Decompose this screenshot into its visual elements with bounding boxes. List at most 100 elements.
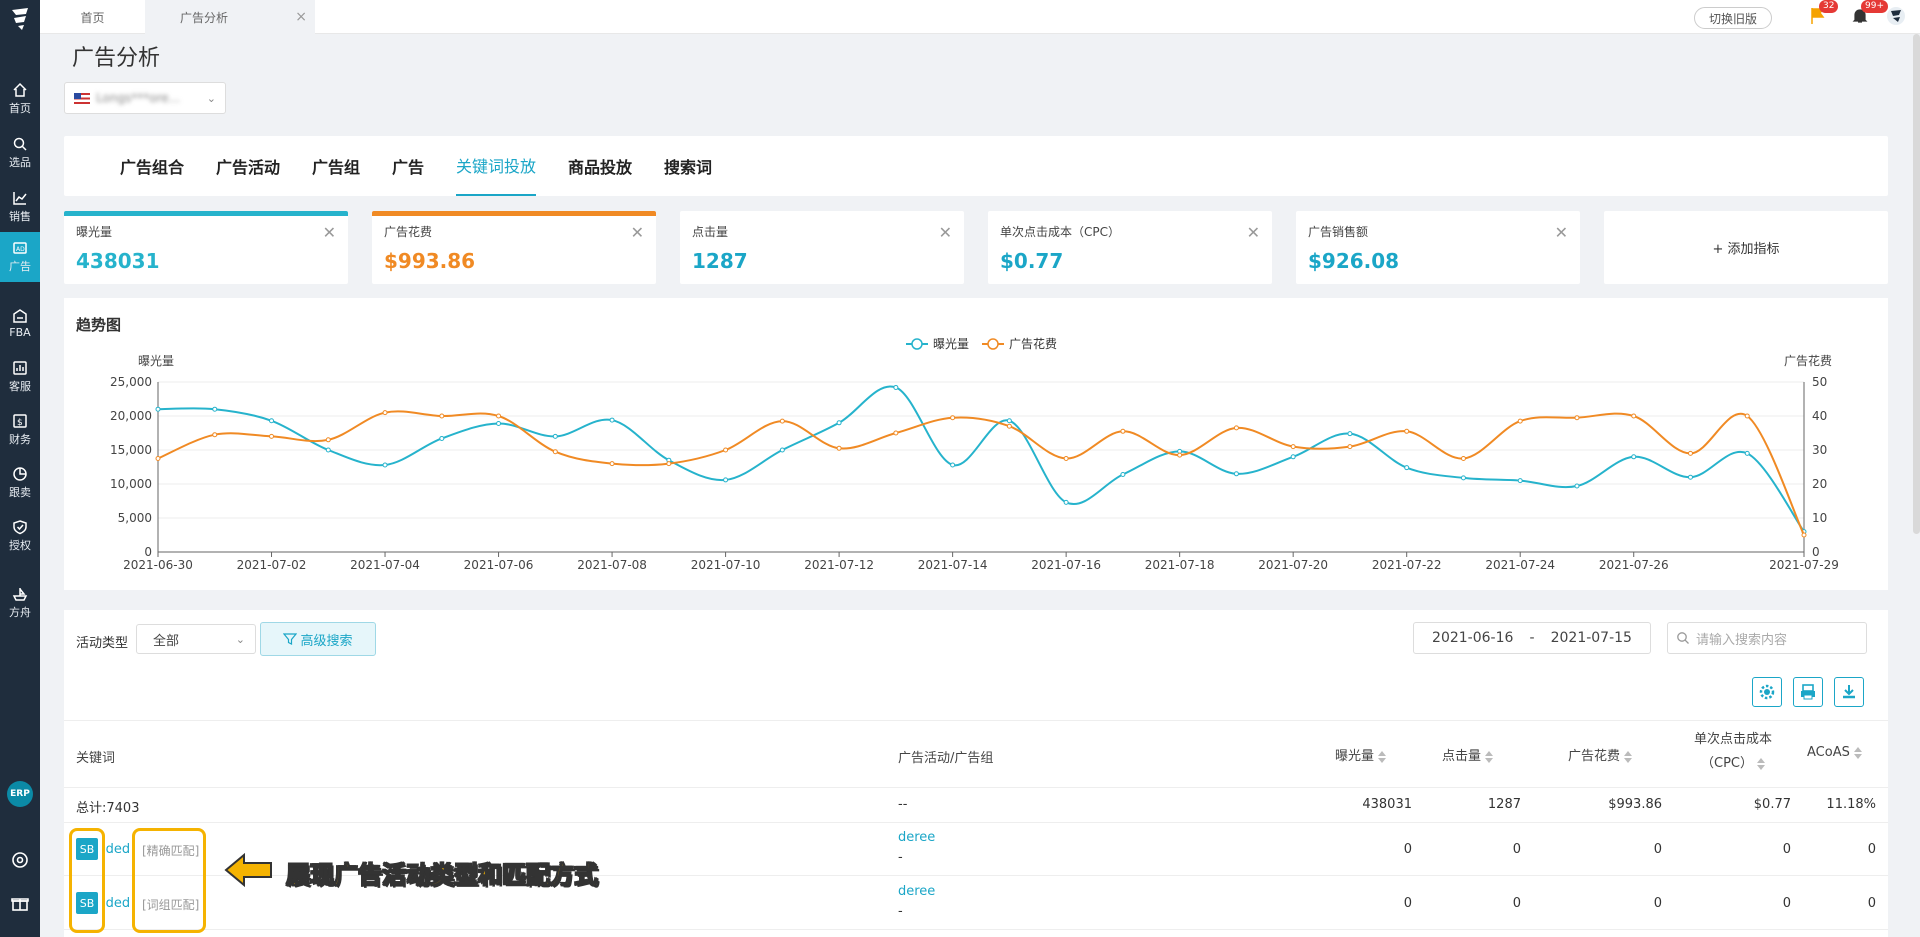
data-point: [666, 461, 672, 467]
column-header-acoas[interactable]: ACoAS: [1807, 745, 1862, 760]
close-icon[interactable]: ✕: [631, 223, 644, 242]
legend-label: 广告花费: [1009, 336, 1057, 351]
tab-keyword-targeting[interactable]: 关键词投放: [456, 136, 537, 196]
metric-card-cpc[interactable]: 单次点击成本（CPC） $0.77 ✕: [988, 211, 1272, 284]
store-select[interactable]: Longs***ore... ⌄: [64, 82, 226, 114]
ad-group: -: [898, 904, 903, 919]
data-point: [950, 462, 956, 468]
x-tick-label: 2021-07-08: [577, 558, 647, 572]
switch-old-version-button[interactable]: 切换旧版: [1693, 7, 1772, 29]
ad-group: -: [898, 850, 903, 865]
add-metric-button[interactable]: + 添加指标: [1604, 211, 1888, 284]
sidebar-item-finance[interactable]: $ 财务: [0, 405, 40, 455]
tab-search-terms[interactable]: 搜索词: [664, 136, 712, 196]
sort-icon[interactable]: [1757, 757, 1765, 770]
data-point: [1404, 428, 1410, 434]
keyword-link[interactable]: 'ded: [102, 842, 130, 857]
row-impressions: 0: [1403, 896, 1412, 911]
tab-product-targeting[interactable]: 商品投放: [568, 136, 632, 196]
close-icon[interactable]: ✕: [323, 223, 336, 242]
campaign-link[interactable]: deree: [898, 884, 935, 899]
row-acoas: 0: [1867, 842, 1876, 857]
download-button[interactable]: [1834, 677, 1864, 707]
sidebar-item-home[interactable]: 首页: [0, 74, 40, 124]
tab-ad-group[interactable]: 广告组: [312, 136, 360, 196]
close-icon[interactable]: ✕: [1555, 223, 1568, 242]
total-spend: $993.86: [1608, 797, 1662, 812]
metric-card-spend[interactable]: 广告花费 $993.86 ✕: [372, 211, 656, 284]
filter-icon: [283, 633, 298, 645]
row-divider: [64, 929, 1888, 930]
advanced-search-button[interactable]: 高级搜索: [260, 622, 376, 656]
sidebar-item-auth[interactable]: 授权: [0, 511, 40, 561]
metric-card-clicks[interactable]: 点击量 1287 ✕: [680, 211, 964, 284]
keyword-link[interactable]: 'ded: [102, 896, 130, 911]
data-point: [325, 447, 331, 453]
settings-button[interactable]: [1752, 677, 1782, 707]
y-left-tick-label: 15,000: [110, 443, 152, 457]
total-campaign: --: [898, 797, 908, 812]
sidebar-item-follow[interactable]: 跟卖: [0, 458, 40, 508]
date-range-picker[interactable]: 2021-06-16 - 2021-07-15: [1413, 622, 1651, 654]
close-icon[interactable]: ✕: [1247, 223, 1260, 242]
sidebar-item-sales[interactable]: 销售: [0, 182, 40, 232]
home-icon: [13, 82, 27, 97]
data-point: [1063, 499, 1069, 505]
sidebar-item-fba[interactable]: FBA: [0, 298, 40, 348]
tab-ad[interactable]: 广告: [392, 136, 424, 196]
sort-icon[interactable]: [1853, 746, 1862, 759]
metric-color-bar: [64, 211, 348, 216]
sidebar-item-selection[interactable]: 选品: [0, 128, 40, 178]
data-point: [1347, 444, 1353, 450]
notification-button[interactable]: 99+: [1850, 0, 1888, 26]
sidebar-item-label: 首页: [9, 102, 31, 115]
tab-portfolio[interactable]: 广告组合: [120, 136, 184, 196]
top-tab-bar: 首页 广告分析 × 切换旧版 32 99+: [40, 0, 1920, 34]
column-header-cpc[interactable]: 单次点击成本 （CPC）: [1694, 728, 1772, 776]
search-input[interactable]: 请输入搜索内容: [1667, 622, 1867, 654]
sort-icon[interactable]: [1485, 750, 1494, 763]
data-point: [1404, 465, 1410, 471]
print-button[interactable]: [1793, 677, 1823, 707]
close-icon[interactable]: ✕: [939, 223, 952, 242]
sort-icon[interactable]: [1378, 750, 1387, 763]
activity-type-select[interactable]: 全部 ⌄: [136, 624, 256, 654]
data-point: [496, 413, 502, 419]
gift-icon[interactable]: [11, 894, 29, 912]
row-spend: 0: [1653, 896, 1662, 911]
y-left-tick-label: 0: [144, 545, 152, 559]
data-point: [1120, 471, 1126, 477]
flag-button[interactable]: 32: [1808, 0, 1839, 26]
erp-button[interactable]: ERP: [7, 781, 33, 807]
data-point: [1290, 444, 1296, 450]
metric-card-impressions[interactable]: 曝光量 438031 ✕: [64, 211, 348, 284]
tab-current-label: 广告分析: [180, 10, 229, 25]
tab-campaign[interactable]: 广告活动: [216, 136, 280, 196]
metric-value: $0.77: [1000, 249, 1064, 273]
avatar[interactable]: [1886, 6, 1906, 26]
sidebar-item-ark[interactable]: 方舟: [0, 578, 40, 628]
sidebar-item-ads[interactable]: AD 广告: [0, 232, 40, 282]
logo-icon: [12, 8, 28, 30]
metric-card-sales[interactable]: 广告销售额 $926.08 ✕: [1296, 211, 1580, 284]
search-icon: [13, 137, 27, 151]
sidebar-item-service[interactable]: 客服: [0, 352, 40, 402]
x-tick-label: 2021-07-24: [1485, 558, 1555, 572]
row-clicks: 0: [1512, 842, 1521, 857]
column-header-spend[interactable]: 广告花费: [1568, 745, 1633, 764]
data-point: [1574, 415, 1580, 421]
data-point: [1574, 483, 1580, 489]
store-name: Longs***ore...: [96, 91, 181, 105]
tab-ad-analysis[interactable]: 广告分析 ×: [145, 0, 315, 34]
tab-home[interactable]: 首页: [40, 0, 145, 34]
column-header-clicks[interactable]: 点击量: [1442, 745, 1494, 764]
sidebar-item-label: FBA: [9, 325, 31, 339]
headset-icon[interactable]: [11, 851, 29, 869]
us-flag-icon: [74, 92, 90, 104]
campaign-link[interactable]: deree: [898, 830, 935, 845]
close-icon[interactable]: ×: [295, 9, 307, 25]
page-scrollbar[interactable]: [1913, 34, 1920, 534]
column-header-impressions[interactable]: 曝光量: [1335, 745, 1387, 764]
sort-icon[interactable]: [1624, 750, 1633, 763]
tab-home-label: 首页: [80, 10, 105, 25]
